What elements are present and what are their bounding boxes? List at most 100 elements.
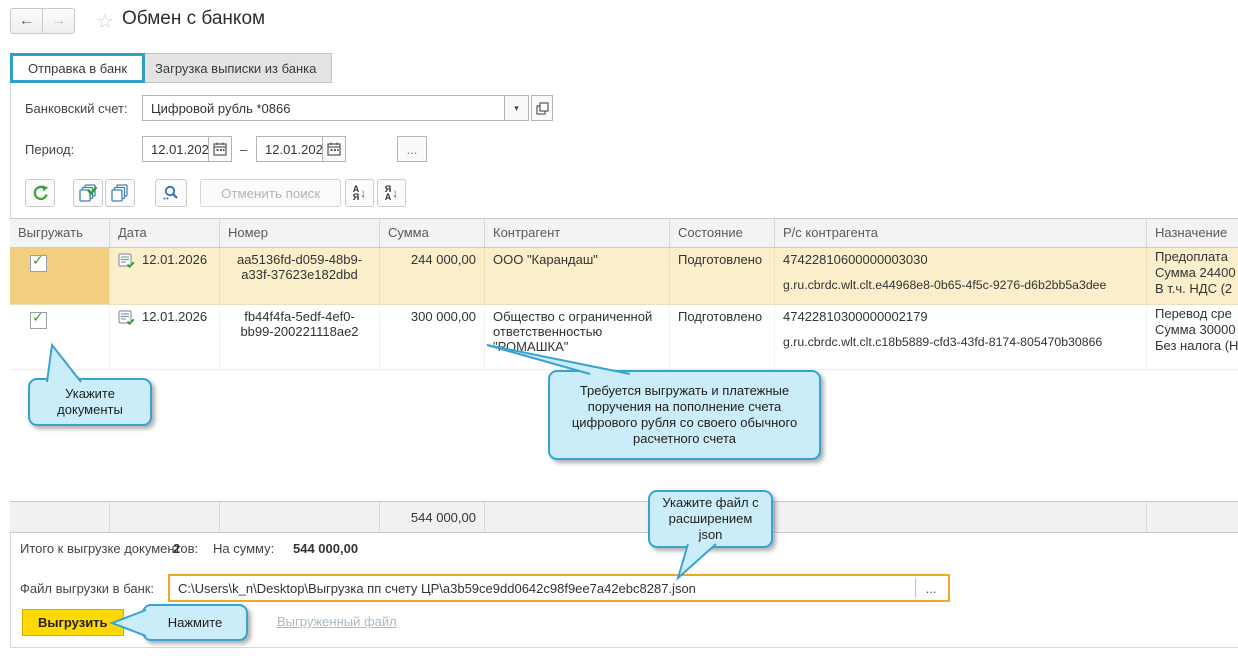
- forward-button[interactable]: →: [42, 8, 75, 34]
- amount-cell: 244 000,00: [380, 248, 485, 304]
- bank-account-input[interactable]: Цифровой рубль *0866: [142, 95, 505, 121]
- row-checkbox[interactable]: ✓: [30, 252, 47, 272]
- page-title: Обмен с банком: [122, 8, 266, 29]
- contractor-cell: Общество с ограниченной ответственностью…: [485, 305, 670, 369]
- number-cell: fb44f4fa-5edf-4ef0-bb99-200221118ae2: [220, 305, 380, 369]
- back-button[interactable]: ←: [10, 8, 43, 34]
- callout-click: Нажмите: [142, 604, 248, 641]
- sort-desc-letters: ЯА: [384, 184, 392, 202]
- browse-file-button[interactable]: ...: [915, 578, 946, 598]
- arrow-down-icon: ↓: [392, 186, 399, 200]
- docs-count-label: Итого к выгрузке документов:: [20, 541, 199, 556]
- callout-select-documents: Укажите документы: [28, 378, 152, 426]
- period-more-button[interactable]: ...: [397, 136, 427, 162]
- period-from-value: 12.01.2026: [151, 142, 217, 157]
- col-header-purpose[interactable]: Назначение: [1147, 219, 1238, 247]
- period-to-value: 12.01.2026: [265, 142, 331, 157]
- period-to-calendar-button[interactable]: [322, 136, 346, 162]
- unselect-all-pages-icon: [110, 184, 128, 202]
- sort-descending-button[interactable]: ЯА ↓: [377, 179, 406, 207]
- tab-send-to-bank[interactable]: Отправка в банк: [10, 53, 146, 83]
- wallet-id: g.ru.cbrdc.wlt.clt.c18b5889-cfd3-43fd-81…: [783, 335, 1103, 349]
- table-row[interactable]: ✓ 12.01.2026 aa5136fd-d059-48b9-a33f-376…: [10, 248, 1238, 305]
- col-header-state[interactable]: Состояние: [670, 219, 775, 247]
- table-header-row: Выгружать Дата Номер Сумма Контрагент Со…: [10, 218, 1238, 248]
- table-totals-row: 544 000,00: [10, 501, 1238, 533]
- account-cell: 47422810600000003030 g.ru.cbrdc.wlt.clt.…: [775, 248, 1147, 304]
- bank-account-dropdown-button[interactable]: ▾: [504, 95, 529, 121]
- total-amount-cell: 544 000,00: [380, 501, 485, 533]
- search-button[interactable]: [155, 179, 187, 207]
- period-from-calendar-button[interactable]: [208, 136, 232, 162]
- export-checkbox-cell: ✓: [10, 248, 110, 304]
- amount-label: На сумму:: [213, 541, 275, 556]
- forward-arrow-icon: →: [50, 12, 67, 29]
- col-header-export[interactable]: Выгружать: [10, 219, 110, 247]
- back-arrow-icon: ←: [18, 12, 35, 29]
- tab-load-statement[interactable]: Загрузка выписки из банка: [139, 53, 333, 83]
- bank-account-label: Банковский счет:: [25, 101, 128, 116]
- refresh-icon: [33, 185, 49, 201]
- row-checkbox[interactable]: ✓: [30, 309, 47, 329]
- select-all-pages-icon: [78, 184, 97, 202]
- sort-ascending-button[interactable]: АЯ ↓: [345, 179, 374, 207]
- payment-document-icon: [118, 253, 135, 269]
- more-ellipsis: ...: [406, 141, 418, 157]
- docs-count-value: 2: [173, 541, 181, 556]
- callout-export-note: Требуется выгружать и платежные поручени…: [548, 370, 821, 460]
- purpose-cell: Предоплата Сумма 24400 В т.ч. НДС (2: [1147, 248, 1238, 304]
- sort-asc-letters: АЯ: [352, 184, 360, 202]
- search-icon: [163, 185, 178, 200]
- check-icon: ✓: [32, 252, 44, 268]
- purpose-cell: Перевод сре Сумма 30000 Без налога (Н: [1147, 305, 1238, 369]
- refresh-button[interactable]: [25, 179, 55, 207]
- select-all-button[interactable]: [73, 179, 103, 207]
- wallet-id: g.ru.cbrdc.wlt.clt.e44968e8-0b65-4f5c-92…: [783, 278, 1107, 292]
- export-file-path: C:\Users\k_n\Desktop\Выгрузка пп счету Ц…: [178, 580, 696, 596]
- unselect-all-button[interactable]: [105, 179, 135, 207]
- date-cell: 12.01.2026: [110, 305, 220, 369]
- tab-label: Загрузка выписки из банка: [155, 60, 317, 76]
- period-to-input[interactable]: 12.01.2026: [256, 136, 330, 162]
- state-cell: Подготовлено: [670, 305, 775, 369]
- date-value: 12.01.2026: [142, 309, 208, 324]
- account-number: 47422810600000003030: [783, 252, 928, 267]
- exported-file-link[interactable]: Выгруженный файл: [277, 614, 397, 629]
- payment-document-icon: [118, 310, 135, 326]
- exchange-with-bank-window: ← → ☆ Обмен с банком Отправка в банк Заг…: [0, 0, 1238, 660]
- contractor-cell: ООО "Карандаш": [485, 248, 670, 304]
- open-account-button[interactable]: [531, 95, 553, 121]
- col-header-contractor[interactable]: Контрагент: [485, 219, 670, 247]
- favorite-star-icon[interactable]: ☆: [96, 9, 114, 34]
- bank-account-value: Цифровой рубль *0866: [151, 101, 291, 116]
- table-row[interactable]: ✓ 12.01.2026 fb44f4fa-5edf-4ef0-bb99-200…: [10, 305, 1238, 370]
- cancel-search-button[interactable]: Отменить поиск: [200, 179, 342, 207]
- col-header-date[interactable]: Дата: [110, 219, 220, 247]
- date-cell: 12.01.2026: [110, 248, 220, 304]
- export-checkbox-cell: ✓: [10, 305, 110, 369]
- browse-ellipsis: ...: [925, 580, 937, 596]
- col-header-account[interactable]: Р/с контрагента: [775, 219, 1147, 247]
- date-value: 12.01.2026: [142, 252, 208, 267]
- callout-json-file: Укажите файл с расширением json: [648, 490, 773, 548]
- period-from-input[interactable]: 12.01.2026: [142, 136, 216, 162]
- arrow-down-icon: ↓: [360, 186, 367, 200]
- col-header-amount[interactable]: Сумма: [380, 219, 485, 247]
- check-icon: ✓: [32, 309, 44, 325]
- open-form-icon: [535, 101, 549, 115]
- period-dash: –: [240, 142, 248, 157]
- export-file-input[interactable]: C:\Users\k_n\Desktop\Выгрузка пп счету Ц…: [168, 574, 950, 602]
- amount-value: 544 000,00: [293, 541, 359, 556]
- col-header-number[interactable]: Номер: [220, 219, 380, 247]
- number-cell: aa5136fd-d059-48b9-a33f-37623e182dbd: [220, 248, 380, 304]
- account-number: 47422810300000002179: [783, 309, 928, 324]
- export-button[interactable]: Выгрузить: [22, 609, 124, 636]
- account-cell: 47422810300000002179 g.ru.cbrdc.wlt.clt.…: [775, 305, 1147, 369]
- chevron-down-icon: ▾: [514, 102, 519, 113]
- tab-label: Отправка в банк: [28, 60, 128, 76]
- period-label: Период:: [25, 142, 75, 157]
- calendar-icon: [327, 142, 341, 156]
- amount-cell: 300 000,00: [380, 305, 485, 369]
- calendar-icon: [213, 142, 227, 156]
- state-cell: Подготовлено: [670, 248, 775, 304]
